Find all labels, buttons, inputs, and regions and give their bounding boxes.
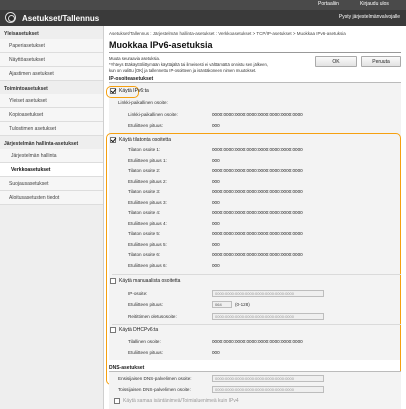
dns-primary-label: Ensisijaisen DNS-palvelimen osoite:	[118, 376, 192, 381]
portal-link[interactable]: Portaaliin	[318, 1, 339, 7]
stateless-row-label: Tilaton osoite 5:	[128, 231, 161, 236]
stateless-row-value: 000	[212, 241, 220, 247]
top-bar: Portaaliin Kirjaudu ulos	[0, 0, 406, 10]
manual-ip-input[interactable]: 0000:0000:0000:0000:0000:0000:0000:0000	[212, 290, 324, 297]
sidebar-item-security[interactable]: Suojausasetukset	[0, 177, 103, 191]
dns-secondary-label: Toissijaisen DNS-palvelimen osoite:	[118, 387, 191, 392]
dns-primary-input[interactable]: 0000:0000:0000:0000:0000:0000:0000:0000	[212, 375, 324, 382]
dhcp-row[interactable]: Käytä DHCPv6:ta	[110, 327, 158, 333]
link-local-address-value: 0000:0000:0000:0000:0000:0000:0000:0000	[212, 112, 303, 117]
notice-line-3: kun on valittu [OK] ja tallennettu IP-os…	[109, 68, 257, 73]
manual-prefix-label: Etuliitteen pituus:	[128, 302, 163, 307]
notice-text: Muuta seuraavia asetuksia. *Yhteys Etäkä…	[109, 56, 319, 74]
link-local-prefix-value: 000	[212, 123, 220, 128]
ip-section-label: IP-osoiteasetukset	[109, 76, 154, 82]
sidebar-group-system: Järjestelmän hallinta-asetukset	[4, 141, 79, 147]
use-ipv6-checkbox[interactable]	[110, 88, 116, 94]
manual-ip-label: IP-osoite:	[128, 291, 148, 296]
stateless-row-label: Tilaton osoite 3:	[128, 189, 161, 194]
stateless-row-label: Etuliitteen pituus 3:	[128, 199, 167, 205]
logout-link[interactable]: Kirjaudu ulos	[360, 1, 389, 7]
stateless-row-value: 0000:0000:0000:0000:0000:0000:0000:0000	[212, 189, 303, 194]
stateless-row-label: Etuliitteen pituus 4:	[128, 220, 167, 226]
manual-gateway-label: Reitittimen oletusosoite:	[128, 314, 177, 319]
divider	[112, 274, 401, 275]
dhcp-prefix-label: Etuliitteen pituus:	[128, 350, 163, 355]
dns-same-checkbox[interactable]	[114, 398, 120, 404]
link-local-header: Linkki-paikallinen osoite:	[118, 100, 168, 105]
use-ipv6-row[interactable]: Käytä IPv6:ta	[110, 88, 149, 94]
stateless-row-label: Etuliitteen pituus 1:	[128, 157, 167, 163]
stateless-row-label: Tilaton osoite 1:	[128, 147, 161, 152]
dns-same-row[interactable]: Käytä samaa isäntänimeä/Toimialuenimeä k…	[114, 398, 239, 404]
settings-logo-icon	[5, 12, 16, 23]
manual-checkbox[interactable]	[110, 278, 116, 284]
page-title: Muokkaa IPv6-asetuksia	[109, 40, 213, 50]
stateless-row-value: 000	[212, 178, 220, 184]
divider	[112, 324, 401, 325]
dhcp-prefix-value: 000	[212, 350, 220, 355]
sidebar-item-printer[interactable]: Tulostimen asetukset	[0, 122, 103, 136]
dns-same-label: Käytä samaa isäntänimeä/Toimialuenimeä k…	[123, 398, 239, 404]
stateless-row-value: 000	[212, 199, 220, 205]
manual-label: Käytä manuaalista osoitetta	[119, 278, 181, 284]
manual-gateway-input[interactable]: 0000:0000:0000:0000:0000:0000:0000:0000	[212, 313, 324, 320]
sidebar-item-network[interactable]: Verkkoasetukset	[0, 163, 103, 177]
main-content: Asetukset/Tallennus : Järjestelmän halli…	[104, 26, 406, 409]
sidebar-item-system-management[interactable]: Järjestelmän hallinta	[0, 149, 103, 163]
stateless-row[interactable]: Käytä tilatonta osoitetta	[110, 137, 171, 143]
stateless-row-value: 0000:0000:0000:0000:0000:0000:0000:0000	[212, 168, 303, 173]
breadcrumb: Asetukset/Tallennus : Järjestelmän halli…	[109, 31, 346, 36]
sidebar-group-general: Yleisasetukset	[4, 31, 39, 37]
stateless-row-label: Etuliitteen pituus 6:	[128, 262, 167, 268]
sidebar-item-paper[interactable]: Paperiasetukset	[0, 39, 103, 53]
manual-prefix-range: (0-128)	[235, 302, 250, 307]
link-local-prefix-label: Etuliitteen pituus:	[128, 123, 163, 128]
stateless-row-value: 0000:0000:0000:0000:0000:0000:0000:0000	[212, 252, 303, 257]
stateless-row-value: 000	[212, 157, 220, 163]
admin-mode-link[interactable]: Pysty järjestelmänvalvojalle	[339, 14, 400, 20]
dhcp-address-label: Tilallinen osoite:	[128, 339, 161, 344]
stateless-checkbox[interactable]	[110, 137, 116, 143]
link-local-address-label: Linkki-paikallinen osoite:	[128, 112, 178, 117]
stateless-row-value: 000	[212, 262, 220, 268]
sidebar-group-functions: Toimintoasetukset	[4, 86, 48, 92]
cancel-button[interactable]: Peruuta	[361, 56, 401, 67]
stateless-row-label: Tilaton osoite 4:	[128, 210, 161, 215]
dns-section-label: DNS-asetukset	[109, 365, 145, 371]
manual-prefix-input[interactable]: 064	[212, 301, 232, 308]
dhcp-address-value: 0000:0000:0000:0000:0000:0000:0000:0000	[212, 339, 303, 344]
dhcp-checkbox[interactable]	[110, 327, 116, 333]
ok-button[interactable]: OK	[315, 56, 357, 67]
app-header: Asetukset/Tallennus Pysty järjestelmänva…	[0, 10, 406, 26]
sidebar-item-common[interactable]: Yleiset asetukset	[0, 94, 103, 108]
sidebar-item-initial-info[interactable]: Aloitusasetusten tiedot	[0, 191, 103, 205]
dns-secondary-input[interactable]: 0000:0000:0000:0000:0000:0000:0000:0000	[212, 386, 324, 393]
dhcp-label: Käytä DHCPv6:ta	[119, 327, 159, 333]
stateless-row-label: Etuliitteen pituus 5:	[128, 241, 167, 247]
stateless-row-value: 0000:0000:0000:0000:0000:0000:0000:0000	[212, 147, 303, 152]
sidebar-item-copy[interactable]: Kopioasetukset	[0, 108, 103, 122]
stateless-label: Käytä tilatonta osoitetta	[119, 137, 171, 143]
stateless-row-label: Etuliitteen pituus 2:	[128, 178, 167, 184]
stateless-row-label: Tilaton osoite 6:	[128, 252, 161, 257]
sidebar-item-display[interactable]: Näyttöasetukset	[0, 53, 103, 67]
stateless-row-value: 0000:0000:0000:0000:0000:0000:0000:0000	[212, 231, 303, 236]
use-ipv6-label: Käytä IPv6:ta	[119, 88, 149, 94]
sidebar: Yleisasetukset Paperiasetukset Näyttöase…	[0, 26, 104, 409]
stateless-row-label: Tilaton osoite 2:	[128, 168, 161, 173]
title-divider	[109, 52, 401, 53]
stateless-row-value: 000	[212, 220, 220, 226]
sidebar-item-timer[interactable]: Ajastimen asetukset	[0, 67, 103, 81]
app-title: Asetukset/Tallennus	[22, 14, 100, 23]
stateless-row-value: 0000:0000:0000:0000:0000:0000:0000:0000	[212, 210, 303, 215]
manual-row[interactable]: Käytä manuaalista osoitetta	[110, 278, 180, 284]
